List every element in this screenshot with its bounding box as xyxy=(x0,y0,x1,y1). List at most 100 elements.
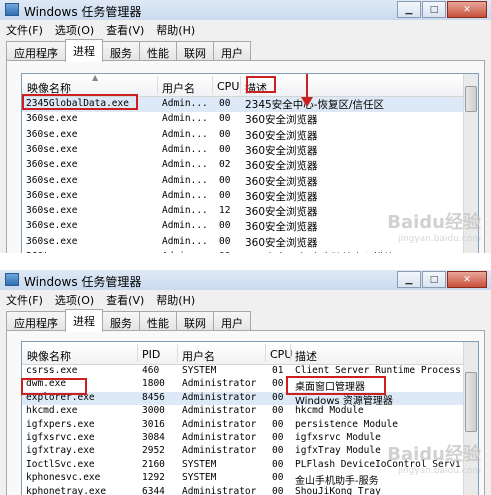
column-user-name[interactable]: 用户名 xyxy=(162,80,195,96)
scrollbar-thumb[interactable] xyxy=(465,372,477,432)
cell-desc: ShouJiKong Tray xyxy=(295,485,381,495)
cell-user: Administrator xyxy=(182,485,257,495)
cell-name: igfxtray.exe xyxy=(26,445,95,457)
cell-name: csrss.exe xyxy=(26,365,78,376)
menu-view[interactable]: 查看(V) xyxy=(100,20,150,38)
cell-cpu: 00 xyxy=(219,143,231,155)
menu-bar: 文件(F) 选项(O) 查看(V) 帮助(H) xyxy=(0,20,491,38)
column-image-name[interactable]: 映像名称 xyxy=(27,348,71,364)
menu-file[interactable]: 文件(F) xyxy=(0,290,49,308)
table-row[interactable]: 360se.exe Admin... 00 360安全浏览器 xyxy=(22,112,478,127)
cell-desc: 360安全浏览器 xyxy=(245,129,318,142)
scrollbar-thumb[interactable] xyxy=(465,86,477,112)
minimize-button[interactable]: ▁ xyxy=(397,271,421,288)
task-manager-app-icon xyxy=(5,3,19,16)
cell-name: 360se.exe xyxy=(26,128,78,140)
cell-name: igfxpers.exe xyxy=(26,418,95,430)
cell-cpu: 12 xyxy=(219,205,231,217)
tab-networking[interactable]: 联网 xyxy=(176,311,214,332)
tab-users[interactable]: 用户 xyxy=(213,311,251,332)
cell-pid: 3016 xyxy=(142,418,165,430)
tab-processes[interactable]: 进程 xyxy=(65,309,103,332)
cell-desc: 360安全浏览器 xyxy=(245,160,318,173)
table-row[interactable]: igfxpers.exe 3016 Administrator 00 persisten… xyxy=(22,419,478,432)
table-row[interactable]: 360se.exe Admin... 00 360安全浏览器 xyxy=(22,189,478,204)
tab-applications[interactable]: 应用程序 xyxy=(6,311,66,332)
cell-user: SYSTEM xyxy=(182,472,217,484)
close-icon: ✕ xyxy=(463,4,471,15)
cell-pid: 6344 xyxy=(142,485,165,495)
table-row[interactable]: csrss.exe 460 SYSTEM 01 Client Server Runtim… xyxy=(22,365,478,378)
cell-pid: 1292 xyxy=(142,472,165,484)
menu-view[interactable]: 查看(V) xyxy=(100,290,150,308)
title-bar: Windows 任务管理器 ▁ □ ✕ xyxy=(0,0,491,20)
cell-desc: hkcmd Module xyxy=(295,405,364,417)
cell-user: Administrator xyxy=(182,418,257,430)
column-user-name[interactable]: 用户名 xyxy=(182,348,215,364)
table-row[interactable]: 360se.exe Admin... 00 360安全浏览器 xyxy=(22,143,478,158)
table-row[interactable]: explorer.exe 8456 Administrator 00 Windows 资… xyxy=(22,391,478,407)
cell-cpu: 00 xyxy=(219,251,239,253)
close-button[interactable]: ✕ xyxy=(447,1,487,18)
column-description[interactable]: 描述 xyxy=(295,348,317,364)
table-row[interactable]: 360se.exe Admin... 00 360安全浏览器 xyxy=(22,128,478,143)
cell-name: 360se.exe xyxy=(26,205,78,217)
cell-desc: 2345安全中心-恢复区/信任区 xyxy=(245,99,385,111)
tab-performance[interactable]: 性能 xyxy=(139,311,177,332)
cell-cpu: 00 xyxy=(272,405,284,417)
cell-name: 360se.exe xyxy=(26,159,78,171)
menu-file[interactable]: 文件(F) xyxy=(0,20,49,38)
maximize-button[interactable]: □ xyxy=(422,271,446,288)
cell-name: kphonesvc.exe xyxy=(26,472,101,484)
tab-performance[interactable]: 性能 xyxy=(139,41,177,62)
cell-cpu: 00 xyxy=(272,418,284,430)
table-row[interactable]: 360tray.exe Admin... 00 360安全卫士 安全防护中心模块 xyxy=(22,250,478,253)
task-manager-app-icon xyxy=(5,273,19,286)
cell-desc: 360安全浏览器 xyxy=(245,114,318,127)
cell-cpu: 00 xyxy=(219,128,231,140)
cell-desc: 360安全卫士 安全防护中心模块 xyxy=(245,250,455,253)
cell-user: Admin... xyxy=(162,220,208,232)
maximize-button[interactable]: □ xyxy=(422,1,446,18)
tab-applications[interactable]: 应用程序 xyxy=(6,41,66,62)
cell-cpu: 00 xyxy=(272,472,284,484)
column-cpu[interactable]: CPU xyxy=(217,80,239,93)
tab-users[interactable]: 用户 xyxy=(213,41,251,62)
cell-cpu: 01 xyxy=(272,365,284,376)
table-row[interactable]: kphonetray.exe 6344 Administrator 00 ShouJiK… xyxy=(22,486,478,495)
cell-user: Administrator xyxy=(182,405,257,417)
menu-options[interactable]: 选项(O) xyxy=(49,290,100,308)
cell-user: Administrator xyxy=(182,391,257,403)
cell-pid: 2160 xyxy=(142,458,165,470)
menu-bar: 文件(F) 选项(O) 查看(V) 帮助(H) xyxy=(0,290,491,308)
minimize-button[interactable]: ▁ xyxy=(397,1,421,18)
menu-options[interactable]: 选项(O) xyxy=(49,20,100,38)
table-row[interactable]: 360se.exe Admin... 02 360安全浏览器 xyxy=(22,158,478,173)
tab-strip: 应用程序 进程 服务 性能 联网 用户 xyxy=(6,309,251,332)
tab-processes[interactable]: 进程 xyxy=(65,39,103,62)
column-pid[interactable]: PID xyxy=(142,348,160,361)
cell-user: Admin... xyxy=(162,205,208,217)
sort-up-icon: ▲ xyxy=(92,73,99,82)
cell-cpu: 00 xyxy=(219,113,231,125)
cell-user: Admin... xyxy=(162,251,214,253)
tab-services[interactable]: 服务 xyxy=(102,41,140,62)
tab-services[interactable]: 服务 xyxy=(102,311,140,332)
table-row[interactable]: 360se.exe Admin... 00 360安全浏览器 xyxy=(22,174,478,189)
maximize-icon: □ xyxy=(429,274,439,285)
cell-user: Administrator xyxy=(182,445,257,457)
close-button[interactable]: ✕ xyxy=(447,271,487,288)
cell-name: kphonetray.exe xyxy=(26,485,107,495)
cell-cpu: 00 xyxy=(219,220,231,232)
cell-desc: 360安全浏览器 xyxy=(245,190,318,203)
tab-networking[interactable]: 联网 xyxy=(176,41,214,62)
task-manager-window-1: Windows 任务管理器 ▁ □ ✕ 文件(F) 选项(O) 查看(V) 帮助… xyxy=(0,0,491,253)
menu-help[interactable]: 帮助(H) xyxy=(150,290,201,308)
cell-user: SYSTEM xyxy=(182,458,217,470)
table-row[interactable]: hkcmd.exe 3000 Administrator 00 hkcmd Module xyxy=(22,405,478,418)
process-list-header: 映像名称 PID 用户名 CPU 描述 xyxy=(22,342,478,365)
cell-pid: 3084 xyxy=(142,432,165,443)
cell-desc: 360安全浏览器 xyxy=(245,175,318,188)
table-row[interactable]: dwm.exe 1800 Administrator 00 桌面窗口管理器 xyxy=(22,378,478,393)
menu-help[interactable]: 帮助(H) xyxy=(150,20,201,38)
